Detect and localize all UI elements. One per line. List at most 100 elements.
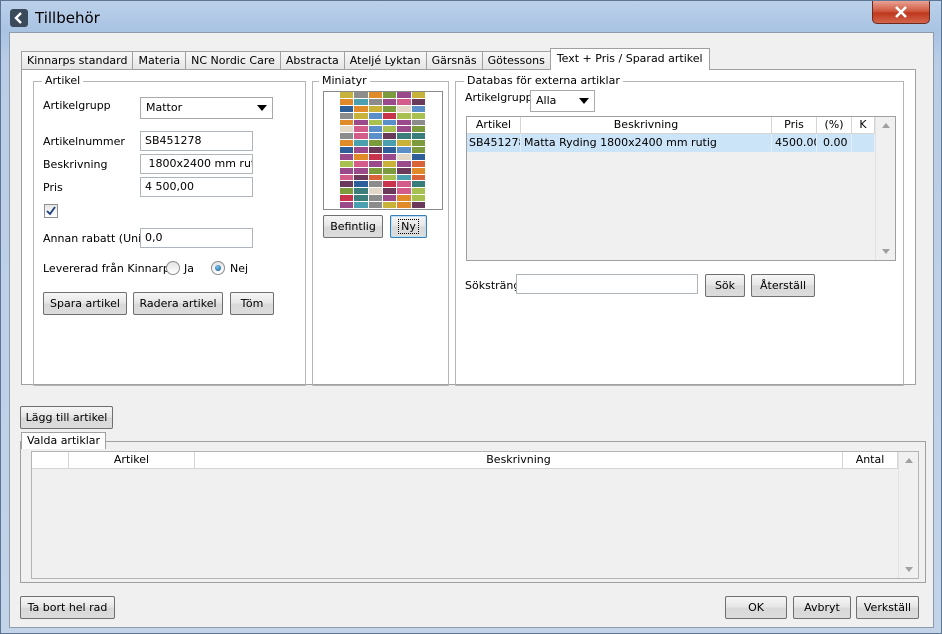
pris-input[interactable]: 4 500,00 (140, 177, 253, 197)
tab-garsnas[interactable]: Gärsnäs (425, 51, 483, 70)
tab-nc-nordic-care[interactable]: NC Nordic Care (185, 51, 281, 70)
rug-patch (340, 105, 354, 112)
rug-patch (397, 174, 411, 181)
col-k[interactable]: K (852, 117, 875, 133)
add-article-button[interactable]: Lägg till artikel (20, 406, 113, 429)
selected-table-scrollbar[interactable] (898, 452, 918, 578)
tab-kinnarps-standard[interactable]: Kinnarps standard (21, 51, 134, 70)
annan-rabatt-input[interactable]: 0,0 (140, 228, 253, 248)
tab-materia[interactable]: Materia (132, 51, 187, 70)
apply-label: Verkställ (863, 601, 912, 614)
scroll-down-icon[interactable] (905, 567, 913, 572)
remove-row-button[interactable]: Ta bort hel rad (20, 596, 115, 619)
scroll-down-icon[interactable] (882, 249, 890, 254)
rug-patch (354, 167, 368, 174)
search-button-label: Sök (714, 279, 736, 292)
dialog-window: Tillbehör Kinnarps standard Materia NC N… (0, 0, 942, 634)
rug-patch (382, 188, 397, 195)
rug-patch (411, 188, 425, 195)
scroll-up-icon[interactable] (905, 458, 913, 463)
col-select[interactable] (32, 452, 69, 468)
rug-patch (340, 181, 354, 188)
rug-patch (340, 160, 354, 167)
save-article-label: Spara artikel (50, 297, 120, 310)
col-antal[interactable]: Antal (843, 452, 898, 468)
valda-legend: Valda artiklar (21, 432, 107, 449)
close-icon (895, 6, 907, 18)
ok-label: OK (748, 601, 764, 614)
rug-patch (382, 147, 397, 153)
tab-abstracta[interactable]: Abstracta (279, 51, 345, 70)
search-input[interactable] (516, 274, 698, 294)
col-artikel[interactable]: Artikel (69, 452, 195, 468)
rug-patch (397, 112, 411, 119)
rug-patch (368, 202, 382, 208)
rug-patch (368, 195, 382, 202)
artikelnummer-input[interactable]: SB451278 (140, 131, 253, 151)
rug-patch (368, 174, 382, 181)
tab-gotessons[interactable]: Götessons (481, 51, 551, 70)
rug-patch (397, 153, 411, 160)
rug-patch (340, 133, 354, 140)
rug-patch (411, 126, 425, 133)
table-scrollbar[interactable] (875, 117, 895, 260)
beskrivning-input[interactable]: 1800x2400 mm rutig (140, 154, 253, 174)
radio-nej[interactable] (211, 261, 225, 275)
rug-thumbnail (323, 91, 443, 210)
rug-patch (354, 126, 368, 133)
title-bar[interactable]: Tillbehör (1, 1, 941, 34)
clear-label: Töm (240, 297, 264, 310)
rug-patch (368, 147, 382, 153)
radio-ja[interactable] (166, 261, 180, 275)
col-beskrivning[interactable]: Beskrivning (521, 117, 772, 133)
existing-image-button[interactable]: Befintlig (323, 215, 383, 238)
checkmark-icon (46, 206, 56, 216)
rug-patch (340, 147, 354, 153)
reset-button[interactable]: Återställ (751, 274, 815, 297)
databas-group-select[interactable]: Alla (530, 90, 595, 112)
dialog-client: Kinnarps standard Materia NC Nordic Care… (9, 32, 934, 628)
rug-patch (368, 133, 382, 140)
save-article-button[interactable]: Spara artikel (43, 292, 127, 315)
radio-nej-label: Nej (230, 262, 249, 275)
tab-strip: Kinnarps standard Materia NC Nordic Care… (21, 48, 710, 70)
col-procent[interactable]: (%) (817, 117, 852, 133)
cell-artikel: SB451278 (467, 134, 521, 152)
rug-patch (411, 174, 425, 181)
tab-text-pris-sparad-artikel[interactable]: Text + Pris / Sparad artikel (549, 48, 710, 70)
ok-button[interactable]: OK (725, 596, 787, 619)
rug-patch (354, 153, 368, 160)
existing-image-label: Befintlig (330, 220, 376, 233)
table-row[interactable]: SB451278 Matta Ryding 1800x2400 mm rutig… (467, 134, 875, 152)
rug-patch (340, 167, 354, 174)
col-beskrivning[interactable]: Beskrivning (195, 452, 843, 468)
tab-atelje-lyktan[interactable]: Ateljé Lyktan (343, 51, 427, 70)
cell-procent: 0.00 (817, 134, 852, 152)
close-button[interactable] (872, 1, 930, 24)
col-artikel[interactable]: Artikel (467, 117, 521, 133)
artikel-group-label: Artikelgrupp (43, 99, 111, 112)
rug-patch (368, 160, 382, 167)
artikel-group-select[interactable]: Mattor (140, 97, 273, 119)
rug-patch (340, 98, 354, 105)
rug-patch (397, 119, 411, 126)
rug-patch (382, 140, 397, 147)
cell-pris: 4500.00 (772, 134, 817, 152)
delete-article-button[interactable]: Radera artikel (133, 292, 223, 315)
cancel-button[interactable]: Avbryt (793, 596, 851, 619)
search-button[interactable]: Sök (705, 274, 745, 297)
clear-button[interactable]: Töm (230, 292, 274, 315)
apply-button[interactable]: Verkställ (856, 596, 919, 619)
artikel-group-value: Mattor (146, 101, 183, 114)
rug-patch (411, 153, 425, 160)
rug-patch (382, 160, 397, 167)
col-pris[interactable]: Pris (772, 117, 817, 133)
table-header: Artikel Beskrivning Pris (%) K (467, 117, 875, 134)
rug-patch (368, 153, 382, 160)
scroll-up-icon[interactable] (882, 123, 890, 128)
new-image-button[interactable]: Ny (390, 215, 427, 238)
selected-articles-table: Artikel Beskrivning Antal (31, 451, 919, 579)
rug-patch (411, 105, 425, 112)
databas-group-value: Alla (536, 94, 557, 107)
artikel-checkbox[interactable] (44, 204, 58, 218)
